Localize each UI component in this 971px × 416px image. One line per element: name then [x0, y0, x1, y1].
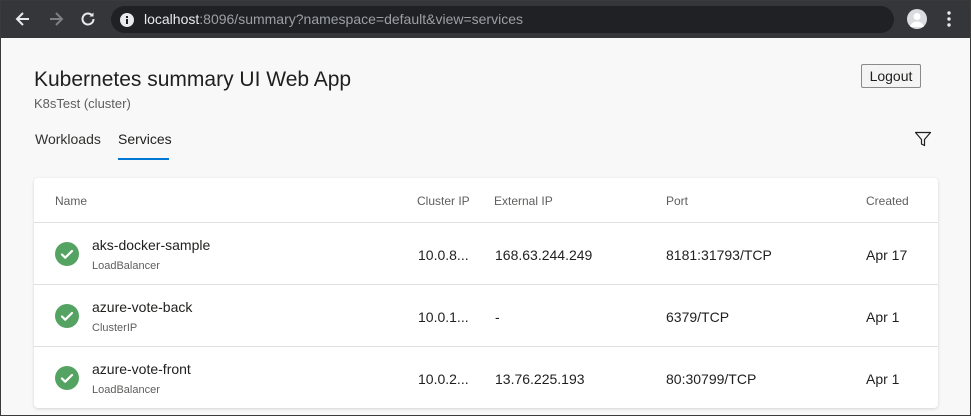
check-circle-icon [55, 366, 79, 390]
column-header-external-ip[interactable]: External IP [494, 194, 553, 208]
cluster-ip: 10.0.2... [418, 371, 469, 387]
port: 8181:31793/TCP [666, 247, 772, 263]
port: 6379/TCP [666, 309, 730, 325]
service-type: ClusterIP [92, 322, 138, 334]
column-header-port[interactable]: Port [666, 194, 688, 208]
back-arrow-icon[interactable] [13, 9, 33, 29]
filter-icon[interactable] [913, 129, 933, 149]
tab-workloads[interactable]: Workloads [35, 131, 101, 147]
page-content: Kubernetes summary UI Web App K8sTest (c… [1, 38, 970, 415]
more-vertical-icon[interactable] [939, 9, 959, 29]
table-row[interactable]: azure-vote-back ClusterIP 10.0.1... - 63… [34, 284, 938, 346]
url-host: localhost [144, 11, 200, 27]
services-table: Name Cluster IP External IP Port Created… [34, 178, 938, 408]
address-bar[interactable]: localhost:8096/summary?namespace=default… [111, 6, 894, 33]
url-path: :8096/summary?namespace=default&view=ser… [199, 11, 523, 27]
column-header-cluster-ip[interactable]: Cluster IP [417, 194, 470, 208]
table-row[interactable]: aks-docker-sample LoadBalancer 10.0.8...… [34, 222, 938, 284]
column-header-name[interactable]: Name [55, 194, 87, 208]
page-title: Kubernetes summary UI Web App [34, 68, 352, 91]
external-ip: - [495, 309, 500, 325]
profile-icon[interactable] [907, 9, 927, 29]
cluster-ip: 10.0.8... [418, 247, 469, 263]
service-type: LoadBalancer [92, 260, 160, 272]
created: Apr 1 [866, 309, 900, 325]
reload-icon[interactable] [78, 9, 98, 29]
column-header-created[interactable]: Created [866, 194, 909, 208]
external-ip: 168.63.244.249 [495, 247, 593, 263]
check-circle-icon [55, 304, 79, 328]
active-tab-indicator [118, 158, 169, 160]
created: Apr 1 [866, 371, 900, 387]
tab-services[interactable]: Services [118, 131, 172, 147]
service-name: azure-vote-back [92, 299, 193, 315]
cluster-subtitle: K8sTest (cluster) [34, 96, 131, 111]
service-name: aks-docker-sample [92, 237, 211, 253]
created: Apr 17 [866, 247, 908, 263]
check-circle-icon [55, 242, 79, 266]
info-icon[interactable] [119, 12, 135, 28]
logout-button[interactable]: Logout [861, 64, 921, 88]
browser-toolbar: localhost:8096/summary?namespace=default… [1, 1, 970, 38]
external-ip: 13.76.225.193 [495, 371, 585, 387]
cluster-ip: 10.0.1... [418, 309, 469, 325]
url-text: localhost:8096/summary?namespace=default… [144, 11, 523, 27]
service-type: LoadBalancer [92, 384, 160, 396]
port: 80:30799/TCP [666, 371, 757, 387]
table-row[interactable]: azure-vote-front LoadBalancer 10.0.2... … [34, 346, 938, 408]
forward-arrow-icon[interactable] [46, 9, 66, 29]
service-name: azure-vote-front [92, 361, 191, 377]
